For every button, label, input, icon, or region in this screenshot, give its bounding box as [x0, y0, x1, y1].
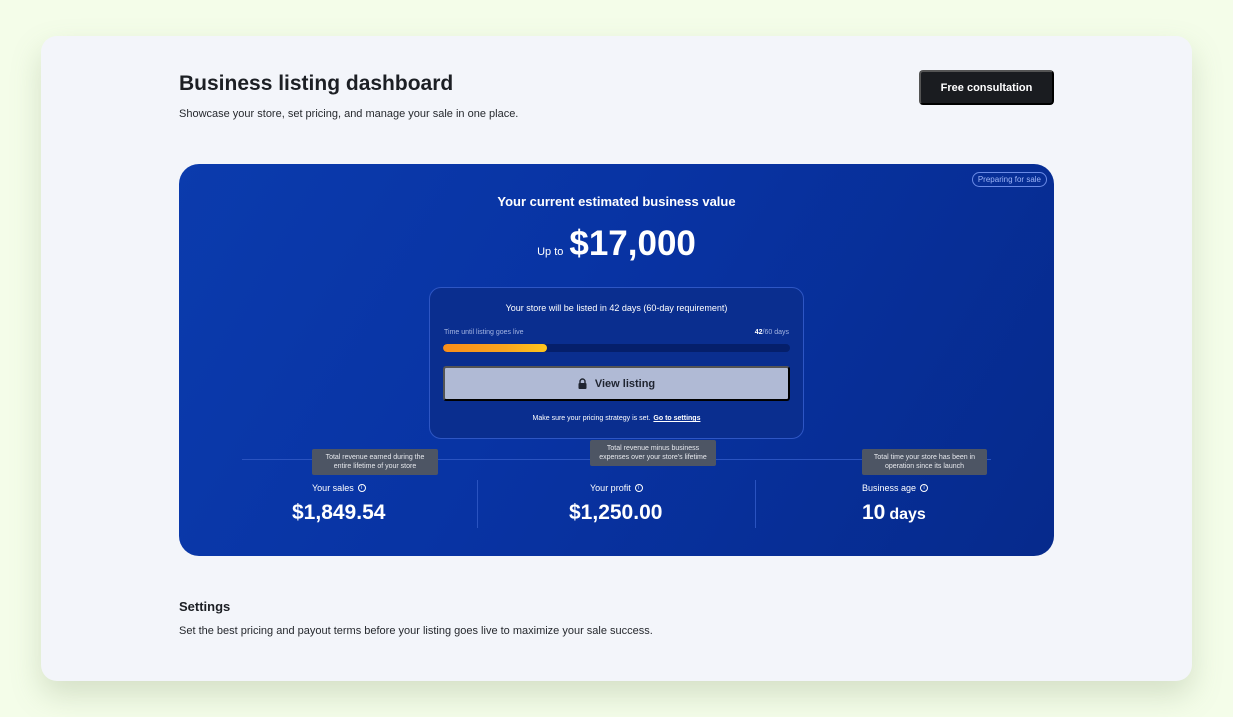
profit-value: $1,250.00 [569, 501, 663, 524]
sales-label-text: Your sales [312, 483, 354, 493]
age-tooltip: Total time your store has been in operat… [862, 449, 987, 475]
value-amount: $17,000 [569, 224, 696, 263]
value-heading: Your current estimated business value [497, 194, 736, 209]
age-label-text: Business age [862, 483, 917, 493]
status-badge: Preparing for sale [971, 172, 1047, 187]
listing-message: Your store will be listed in 42 days (60… [505, 303, 728, 313]
go-to-settings-link[interactable]: Go to settings [653, 415, 700, 422]
sales-label: Your sales i [312, 483, 366, 493]
free-consultation-button[interactable]: Free consultation [919, 70, 1054, 105]
stat-divider [755, 480, 756, 528]
business-value-panel: Preparing for sale Your current estimate… [179, 164, 1054, 556]
profit-label-text: Your profit [590, 483, 631, 493]
profit-tooltip: Total revenue minus business expenses ov… [590, 440, 716, 466]
page-title: Business listing dashboard [179, 72, 454, 95]
age-value: 10 days [862, 501, 926, 525]
progress-fill [443, 344, 548, 352]
sales-value: $1,849.54 [292, 501, 386, 524]
listing-progress-bar [443, 344, 790, 352]
listing-status-box: Your store will be listed in 42 days (60… [429, 287, 804, 439]
progress-count: 42/60 days [755, 329, 789, 336]
stat-divider [477, 480, 478, 528]
sales-tooltip: Total revenue earned during the entire l… [312, 449, 438, 475]
settings-hint: Make sure your pricing strategy is set. G… [430, 415, 803, 422]
settings-title: Settings [179, 599, 231, 614]
settings-hint-text: Make sure your pricing strategy is set. [532, 415, 651, 422]
info-icon[interactable]: i [920, 484, 929, 492]
lock-icon [578, 378, 587, 389]
settings-description: Set the best pricing and payout terms be… [179, 625, 653, 637]
age-value-unit: days [889, 506, 926, 523]
profit-label: Your profit i [590, 483, 643, 493]
page-subtitle: Showcase your store, set pricing, and ma… [179, 108, 519, 120]
progress-total: /60 days [762, 329, 789, 336]
age-value-number: 10 [862, 501, 886, 524]
estimated-value: Up to $17,000 [179, 224, 1054, 264]
progress-current: 42 [754, 329, 763, 336]
value-prefix: Up to [537, 246, 564, 258]
info-icon[interactable]: i [357, 484, 366, 492]
age-label: Business age i [862, 483, 929, 493]
view-listing-button[interactable]: View listing [443, 366, 790, 401]
view-listing-label: View listing [594, 377, 656, 390]
progress-label: Time until listing goes live [444, 329, 524, 336]
info-icon[interactable]: i [634, 484, 643, 492]
